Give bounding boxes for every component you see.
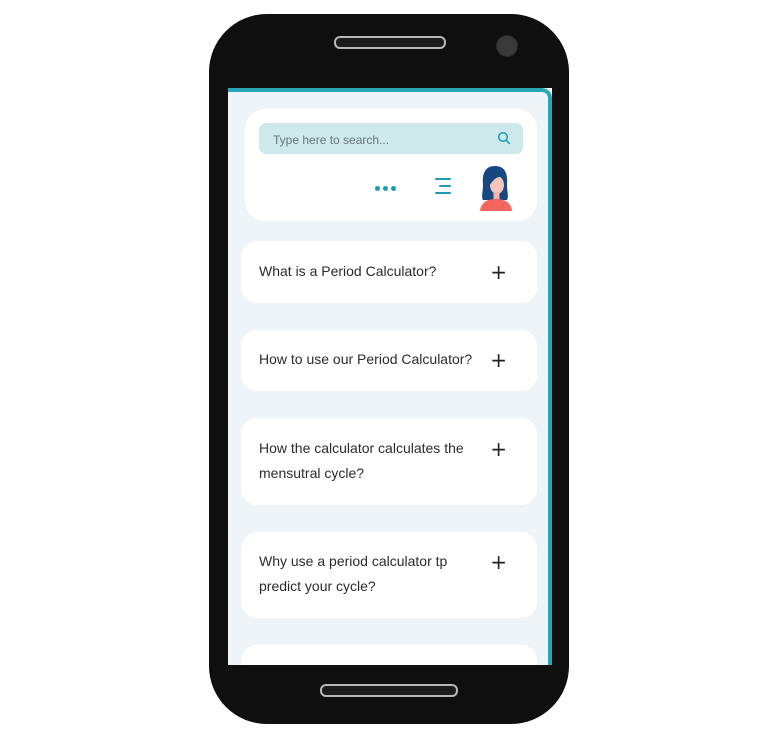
menu-icon[interactable] [431, 178, 451, 196]
faq-question: What is a Period Calculator? [259, 263, 437, 279]
home-button[interactable] [320, 684, 458, 697]
expand-plus-icon[interactable]: + [490, 350, 507, 370]
faq-item-4[interactable]: Why use a period calculator tp predict y… [241, 532, 537, 618]
app-background: What is a Period Calculator? + How to us… [228, 88, 552, 665]
search-bar[interactable] [259, 123, 523, 156]
expand-plus-icon[interactable]: + [490, 262, 507, 282]
faq-item-1[interactable]: What is a Period Calculator? + [241, 241, 537, 303]
faq-item-5[interactable] [241, 645, 537, 665]
search-icon[interactable] [497, 131, 511, 145]
faq-question: How to use our Period Calculator? [259, 351, 473, 367]
faq-question: Why use a period calculator tp predict y… [259, 553, 448, 594]
expand-plus-icon[interactable]: + [490, 552, 507, 572]
faq-item-3[interactable]: How the calculator calculates the mensut… [241, 418, 537, 505]
expand-plus-icon[interactable]: + [490, 439, 507, 459]
avatar[interactable] [477, 164, 513, 212]
header-card [245, 109, 537, 221]
faq-item-2[interactable]: How to use our Period Calculator? + [241, 330, 537, 391]
more-dots-icon[interactable] [375, 183, 399, 195]
search-input[interactable] [271, 123, 495, 156]
phone-camera [496, 35, 518, 57]
phone-frame: What is a Period Calculator? + How to us… [209, 14, 569, 724]
faq-question: How the calculator calculates the mensut… [259, 440, 464, 481]
phone-speaker [334, 36, 446, 49]
phone-screen: What is a Period Calculator? + How to us… [228, 88, 552, 665]
